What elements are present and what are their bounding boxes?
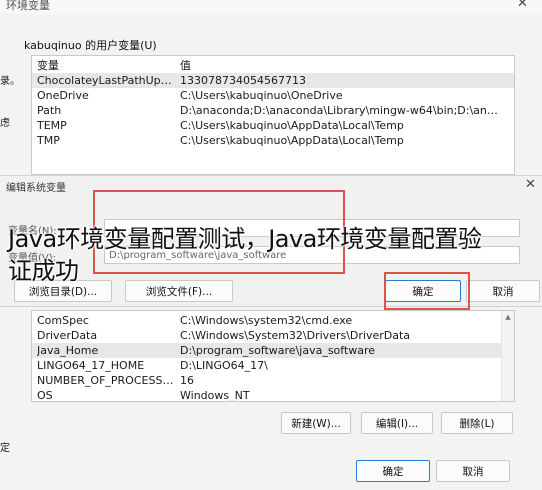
list-item[interactable]: Java_Home D:\program_software\java_softw… — [32, 343, 514, 358]
var-value: C:\Windows\System32\Drivers\DriverData — [180, 329, 411, 342]
scrollbar[interactable]: ▲ — [501, 311, 514, 401]
left-edge-text: 定 — [0, 443, 10, 454]
list-item[interactable]: OS Windows_NT — [32, 388, 514, 402]
var-name: TMP — [37, 134, 60, 147]
ok-button[interactable]: 确定 — [356, 460, 430, 482]
new-button[interactable]: 新建(W)... — [281, 412, 351, 434]
var-value: D:\program_software\java_software — [180, 344, 376, 357]
list-item[interactable]: OneDrive C:\Users\kabuqinuo\OneDrive — [32, 88, 514, 103]
var-value: C:\Users\kabuqinuo\AppData\Local\Temp — [180, 134, 404, 147]
caption-line-2: 证成功 — [8, 257, 79, 285]
var-name: DriverData — [37, 329, 98, 342]
var-value: C:\Users\kabuqinuo\OneDrive — [180, 89, 343, 102]
browse-file-button[interactable]: 浏览文件(F)... — [125, 280, 233, 302]
var-name: NUMBER_OF_PROCESSORS — [37, 374, 177, 387]
dialog-title: 编辑系统变量 — [6, 183, 66, 194]
var-name: ComSpec — [37, 314, 89, 327]
dialog-cancel-button[interactable]: 取消 — [466, 280, 540, 302]
scroll-up-icon[interactable]: ▲ — [502, 312, 514, 322]
list-item[interactable]: NUMBER_OF_PROCESSORS 16 — [32, 373, 514, 388]
var-name: LINGO64_17_HOME — [37, 359, 145, 372]
title-bar: 环境变量 ✕ — [0, 0, 542, 14]
var-value: Windows_NT — [180, 389, 250, 402]
var-value: 133078734054567713 — [180, 74, 306, 87]
var-value: C:\Users\kabuqinuo\AppData\Local\Temp — [180, 119, 404, 132]
var-name: TEMP — [37, 119, 67, 132]
close-icon[interactable]: ✕ — [525, 177, 536, 192]
var-value: 16 — [180, 374, 194, 387]
var-value: D:\LINGO64_17\ — [180, 359, 268, 372]
highlight-box-ok — [384, 272, 470, 310]
left-edge-text: 虑 — [0, 118, 10, 129]
var-value: C:\Windows\system32\cmd.exe — [180, 314, 353, 327]
list-header: 变量 值 — [32, 58, 514, 73]
list-item[interactable]: TMP C:\Users\kabuqinuo\AppData\Local\Tem… — [32, 133, 514, 148]
var-name: Path — [37, 104, 62, 117]
user-vars-label: kabuqinuo 的用户变量(U) — [24, 39, 157, 52]
close-icon[interactable]: ✕ — [517, 0, 528, 11]
var-name: OS — [37, 389, 53, 402]
column-header-value[interactable]: 值 — [180, 58, 191, 73]
var-name: Java_Home — [37, 344, 99, 357]
list-item[interactable]: TEMP C:\Users\kabuqinuo\AppData\Local\Te… — [32, 118, 514, 133]
column-header-name[interactable]: 变量 — [37, 58, 59, 73]
var-name: ChocolateyLastPathUpdate — [37, 74, 177, 87]
window-title: 环境变量 — [6, 0, 50, 12]
list-item[interactable]: ChocolateyLastPathUpdate 133078734054567… — [32, 73, 514, 88]
cancel-button[interactable]: 取消 — [436, 460, 510, 482]
var-name: OneDrive — [37, 89, 89, 102]
user-vars-list[interactable]: 变量 值 ChocolateyLastPathUpdate 1330787340… — [31, 55, 515, 175]
list-item[interactable]: Path D:\anaconda;D:\anaconda\Library\min… — [32, 103, 514, 118]
caption-line-1: Java环境变量配置测试，Java环境变量配置验 — [8, 225, 482, 253]
list-item[interactable]: ComSpec C:\Windows\system32\cmd.exe — [32, 313, 514, 328]
system-vars-list[interactable]: ComSpec C:\Windows\system32\cmd.exe Driv… — [31, 310, 515, 402]
edit-button[interactable]: 编辑(I)... — [361, 412, 433, 434]
list-item[interactable]: LINGO64_17_HOME D:\LINGO64_17\ — [32, 358, 514, 373]
var-value: D:\anaconda;D:\anaconda\Library\mingw-w6… — [180, 104, 498, 117]
delete-button[interactable]: 删除(L) — [441, 412, 513, 434]
list-item[interactable]: DriverData C:\Windows\System32\Drivers\D… — [32, 328, 514, 343]
left-edge-text: 录。 — [0, 76, 20, 87]
